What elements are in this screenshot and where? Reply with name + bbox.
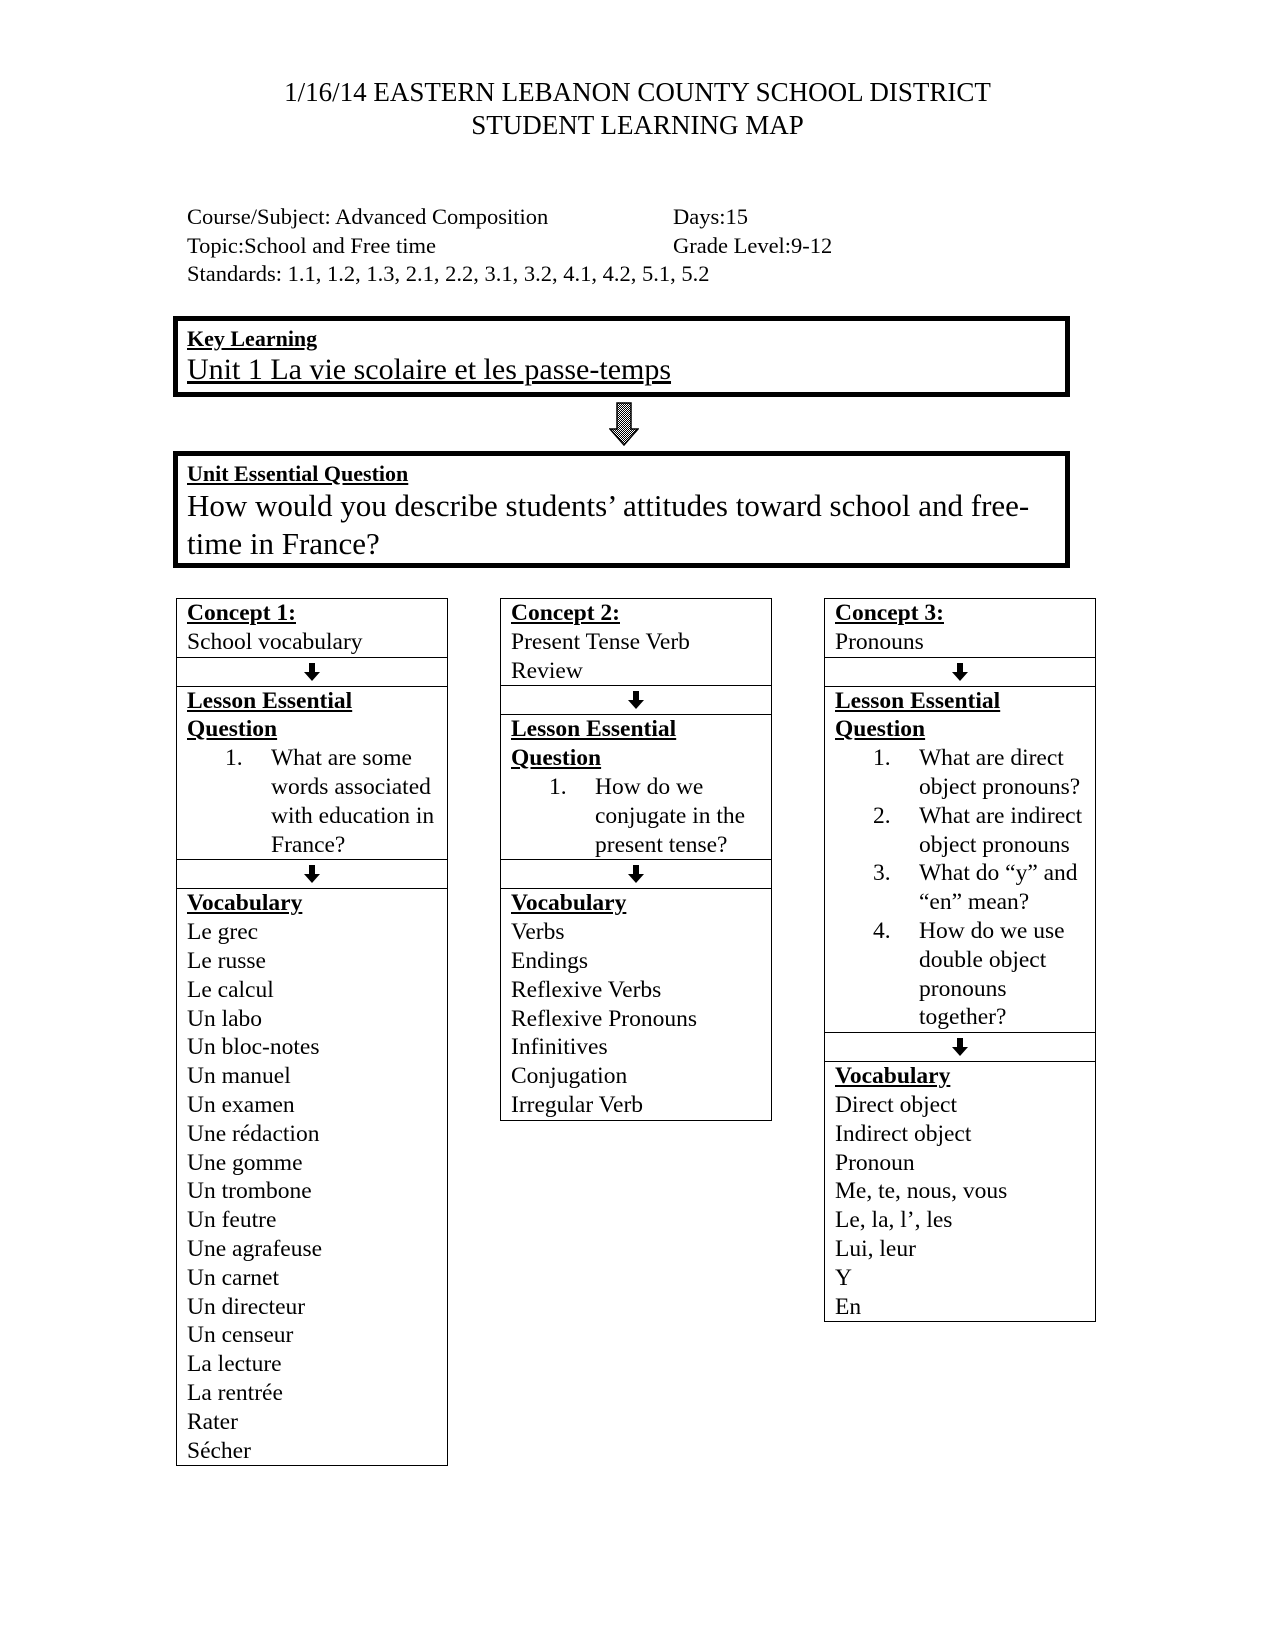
concept-1-header: Concept 1: School vocabulary <box>177 599 447 658</box>
vocab-item: Un trombone <box>187 1178 312 1205</box>
question-item: 2. What are indirect object pronouns <box>873 802 1083 858</box>
concept-name: School vocabulary <box>187 628 363 655</box>
arrow-row <box>177 860 447 890</box>
question-item: 1. How do we conjugate in the present ten… <box>549 773 746 858</box>
vocab-item: Y <box>835 1264 852 1291</box>
concept-name: Present Tense Verb Review <box>511 628 690 684</box>
arrow-down-icon <box>952 1038 968 1057</box>
question-list: 1. What are some words associated with ed… <box>187 744 437 859</box>
vocab-item: Une agrafeuse <box>187 1235 323 1262</box>
concept-3-column: Concept 3: Pronouns Lesson Essential Que… <box>824 598 1096 1323</box>
course-meta: Course/Subject: Advanced Composition Day… <box>187 203 832 289</box>
vocab-item: Le calcul <box>187 976 274 1003</box>
vocab-label: Vocabulary <box>187 890 303 917</box>
leq-label: Lesson Essential Question <box>187 687 353 743</box>
title-line-2: STUDENT LEARNING MAP <box>471 110 804 140</box>
concept-1-column: Concept 1: School vocabulary Lesson Esse… <box>176 598 448 1467</box>
leq-label: Lesson Essential Question <box>835 687 1001 743</box>
grade-level: Grade Level:9-12 <box>673 232 833 258</box>
arrow-row <box>825 658 1095 687</box>
unit-question-label: Unit Essential Question <box>187 461 409 486</box>
vocab-item: Un censeur <box>187 1322 294 1349</box>
vocab-item: En <box>835 1293 862 1320</box>
vocab-item: Endings <box>511 947 589 974</box>
question-item: 3. What do “y” and “en” mean? <box>873 860 1078 916</box>
document-title: 1/16/14 EASTERN LEBANON COUNTY SCHOOL DI… <box>0 76 1275 142</box>
arrow-down-icon <box>628 691 644 710</box>
vocabulary-section: Vocabulary Le grec Le russe Le calcul Un… <box>177 889 447 1465</box>
lesson-essential-question: Lesson Essential Question 1. What are dir… <box>825 687 1095 1034</box>
vocab-item: Un labo <box>187 1005 263 1032</box>
vocab-item: Le, la, l’, les <box>835 1207 953 1234</box>
vocab-item: La rentrée <box>187 1379 283 1406</box>
arrow-row <box>501 686 771 716</box>
vocab-item: La lecture <box>187 1351 282 1378</box>
concept-label: Concept 3: <box>835 600 944 626</box>
vocabulary-section: Vocabulary Direct object Indirect object… <box>825 1062 1095 1321</box>
vocab-item: Infinitives <box>511 1034 608 1061</box>
key-learning-text: Unit 1 La vie scolaire et les passe-temp… <box>187 353 672 386</box>
concept-name: Pronouns <box>835 628 924 655</box>
vocab-item: Un directeur <box>187 1293 306 1320</box>
concept-label: Concept 2: <box>511 600 620 626</box>
vocab-item: Pronoun <box>835 1149 915 1176</box>
leq-label: Lesson Essential Question <box>511 716 677 772</box>
vocab-item: Conjugation <box>511 1063 628 1090</box>
concept-2-header: Concept 2: Present Tense Verb Review <box>501 599 771 687</box>
vocab-item: Le russe <box>187 947 266 974</box>
vocab-item: Direct object <box>835 1091 958 1118</box>
vocab-item: Indirect object <box>835 1120 972 1147</box>
question-list: 1. What are direct object pronouns? 2. Wha… <box>835 744 1085 1032</box>
question-item: 4. How do we use double object pronouns t… <box>873 917 1065 1031</box>
vocab-item: Un feutre <box>187 1207 277 1234</box>
vocab-item: Une rédaction <box>187 1120 320 1147</box>
key-learning-box: Key Learning Unit 1 La vie scolaire et l… <box>173 316 1070 397</box>
arrow-down-icon <box>304 865 320 884</box>
unit-question-text: How would you describe students’ attitud… <box>187 488 1030 561</box>
vocab-item: Irregular Verb <box>511 1091 644 1118</box>
vocab-item: Reflexive Verbs <box>511 976 662 1003</box>
concept-2-column: Concept 2: Present Tense Verb Review Les… <box>500 598 772 1121</box>
lesson-essential-question: Lesson Essential Question 1. What are som… <box>177 687 447 861</box>
vocab-item: Verbs <box>511 919 565 946</box>
concept-label: Concept 1: <box>187 600 296 626</box>
vocab-item: Lui, leur <box>835 1235 916 1262</box>
topic: Topic:School and Free time <box>187 232 436 258</box>
arrow-row <box>825 1033 1095 1063</box>
arrow-row <box>501 860 771 890</box>
course-subject: Course/Subject: Advanced Composition <box>187 204 549 229</box>
vocab-item: Reflexive Pronouns <box>511 1005 698 1032</box>
question-item: 1. What are direct object pronouns? <box>873 745 1081 800</box>
vocab-item: Un bloc-notes <box>187 1034 320 1061</box>
vocabulary-section: Vocabulary Verbs Endings Reflexive Verbs… <box>501 889 771 1119</box>
vocab-label: Vocabulary <box>511 890 627 917</box>
title-line-1: 1/16/14 EASTERN LEBANON COUNTY SCHOOL DI… <box>284 77 991 107</box>
vocab-item: Le grec <box>187 919 259 946</box>
concept-3-header: Concept 3: Pronouns <box>825 599 1095 658</box>
arrow-down-icon <box>628 865 644 884</box>
vocab-item: Me, te, nous, vous <box>835 1178 1008 1205</box>
vocab-item: Une gomme <box>187 1149 303 1176</box>
vocab-item: Un manuel <box>187 1063 291 1090</box>
vocab-item: Un carnet <box>187 1264 279 1291</box>
vocab-item: Sécher <box>187 1437 251 1464</box>
lesson-essential-question: Lesson Essential Question 1. How do we co… <box>501 715 771 861</box>
question-list: 1. How do we conjugate in the present ten… <box>511 773 761 859</box>
arrow-down-icon <box>952 662 968 681</box>
days: Days:15 <box>673 204 748 229</box>
key-learning-label: Key Learning <box>187 326 318 351</box>
question-item: 1. What are some words associated with ed… <box>225 745 435 858</box>
arrow-down-icon <box>304 662 320 681</box>
standards: Standards: 1.1, 1.2, 1.3, 2.1, 2.2, 3.1,… <box>187 261 710 286</box>
vocab-label: Vocabulary <box>835 1063 951 1090</box>
vocab-item: Un examen <box>187 1091 295 1118</box>
vocab-item: Rater <box>187 1408 238 1435</box>
unit-essential-question-box: Unit Essential Question How would you de… <box>173 451 1070 568</box>
down-arrow-icon <box>609 402 639 446</box>
arrow-row <box>177 658 447 687</box>
